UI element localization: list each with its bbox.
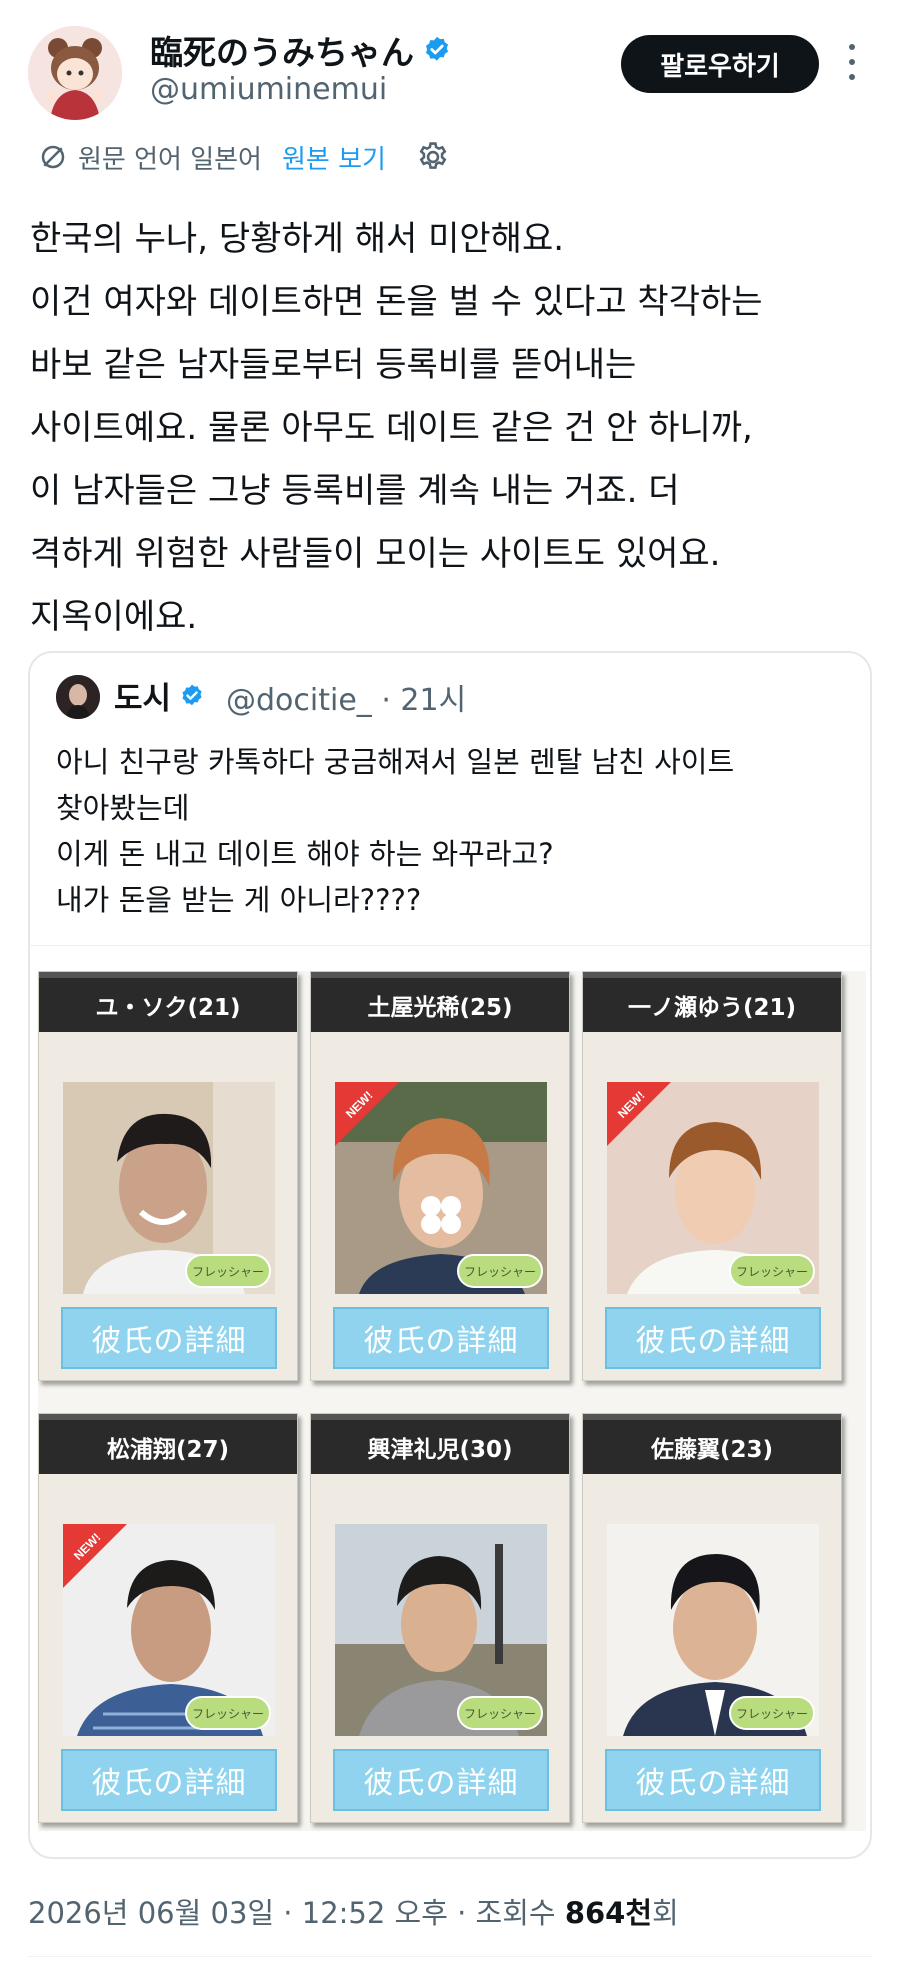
profile-photo: フレッシャー — [63, 1082, 275, 1294]
quote-author-name-row: 도시 — [114, 673, 205, 718]
fresh-badge: フレッシャー — [457, 1254, 543, 1288]
boyfriend-detail-button: 彼氏の詳細 — [605, 1749, 821, 1811]
tweet-text: 한국의 누나, 당황하게 해서 미안해요. 이건 여자와 데이트하면 돈을 벌 … — [30, 219, 763, 637]
more-icon[interactable] — [842, 44, 862, 80]
boyfriend-detail-button: 彼氏の詳細 — [333, 1307, 549, 1369]
show-original-link[interactable]: 원본 보기 — [282, 139, 386, 176]
profile-card: 一ノ瀬ゆう(21) NEW! フレッシャー 彼氏の詳細 — [582, 971, 842, 1381]
quote-media-divider — [30, 945, 870, 946]
verified-badge-icon — [182, 684, 202, 705]
profile-card: 興津礼児(30) フレッシャー 彼氏の詳細 — [310, 1413, 570, 1823]
profile-name: 一ノ瀬ゆう(21) — [583, 972, 841, 1032]
profile-card: 土屋光稀(25) NEW! フレッシャー 彼氏の詳細 — [310, 971, 570, 1381]
translation-note: 원문 언어 일본어 — [78, 144, 262, 175]
profile-name: 佐藤翼(23) — [583, 1414, 841, 1474]
view-count: 864천 — [564, 1896, 653, 1930]
new-ribbon: NEW! — [63, 1524, 127, 1588]
translation-row: 원문 언어 일본어 원본 보기 — [38, 139, 450, 176]
quote-text: 아니 친구랑 카톡하다 궁금해져서 일본 렌탈 남친 사이트 찾아봤는데 이게 … — [56, 745, 735, 917]
profile-photo: フレッシャー — [335, 1524, 547, 1736]
quote-display-name: 도시 — [114, 681, 172, 717]
boyfriend-detail-button: 彼氏の詳細 — [333, 1749, 549, 1811]
profile-card: ユ・ソク(21) フレッシャー 彼氏の詳細 — [38, 971, 298, 1381]
timestamp-date: 2026년 06월 03일 · 12:52 오후 · 조회수 — [28, 1896, 565, 1930]
quote-author-avatar — [56, 675, 100, 719]
profile-card: 松浦翔(27) NEW! フレッシャー 彼氏の詳細 — [38, 1413, 298, 1823]
author-avatar[interactable] — [28, 26, 122, 120]
profile-photo: フレッシャー — [607, 1524, 819, 1736]
fresh-badge: フレッシャー — [729, 1696, 815, 1730]
follow-button[interactable]: 팔로우하기 — [621, 35, 819, 93]
translate-icon — [41, 145, 65, 169]
profile-photo: NEW! フレッシャー — [607, 1082, 819, 1294]
author-display-name[interactable]: 臨死のうみちゃん — [150, 26, 414, 74]
profile-name: 土屋光稀(25) — [311, 972, 569, 1032]
quote-media-image[interactable]: ユ・ソク(21) フレッシャー 彼氏の詳細 土屋光稀(25) NEW! フレッシ… — [38, 971, 866, 1831]
boyfriend-detail-button: 彼氏の詳細 — [61, 1307, 277, 1369]
fresh-badge: フレッシャー — [729, 1254, 815, 1288]
boyfriend-detail-button: 彼氏の詳細 — [61, 1749, 277, 1811]
boyfriend-detail-button: 彼氏の詳細 — [605, 1307, 821, 1369]
verified-badge-icon — [426, 36, 448, 61]
profile-name: ユ・ソク(21) — [39, 972, 297, 1032]
profile-name: 興津礼児(30) — [311, 1414, 569, 1474]
quoted-tweet-card[interactable]: 도시 @docitie_ · 21시 아니 친구랑 카톡하다 궁금해져서 일본 … — [28, 651, 872, 1859]
fresh-badge: フレッシャー — [185, 1696, 271, 1730]
new-ribbon: NEW! — [335, 1082, 399, 1146]
fresh-badge: フレッシャー — [457, 1696, 543, 1730]
new-ribbon: NEW! — [607, 1082, 671, 1146]
author-name-row[interactable]: 臨死のうみちゃん — [150, 26, 452, 74]
profile-photo: NEW! フレッシャー — [63, 1524, 275, 1736]
gear-icon[interactable] — [416, 140, 450, 174]
quote-handle-time: @docitie_ · 21시 — [226, 683, 467, 718]
divider — [28, 1956, 872, 1957]
view-count-suffix: 회 — [652, 1896, 679, 1930]
author-handle[interactable]: @umiuminemui — [150, 72, 387, 107]
profile-card: 佐藤翼(23) フレッシャー 彼氏の詳細 — [582, 1413, 842, 1823]
tweet-timestamp[interactable]: 2026년 06월 03일 · 12:52 오후 · 조회수 864천회 — [28, 1890, 679, 1932]
fresh-badge: フレッシャー — [185, 1254, 271, 1288]
profile-photo: NEW! フレッシャー — [335, 1082, 547, 1294]
profile-name: 松浦翔(27) — [39, 1414, 297, 1474]
